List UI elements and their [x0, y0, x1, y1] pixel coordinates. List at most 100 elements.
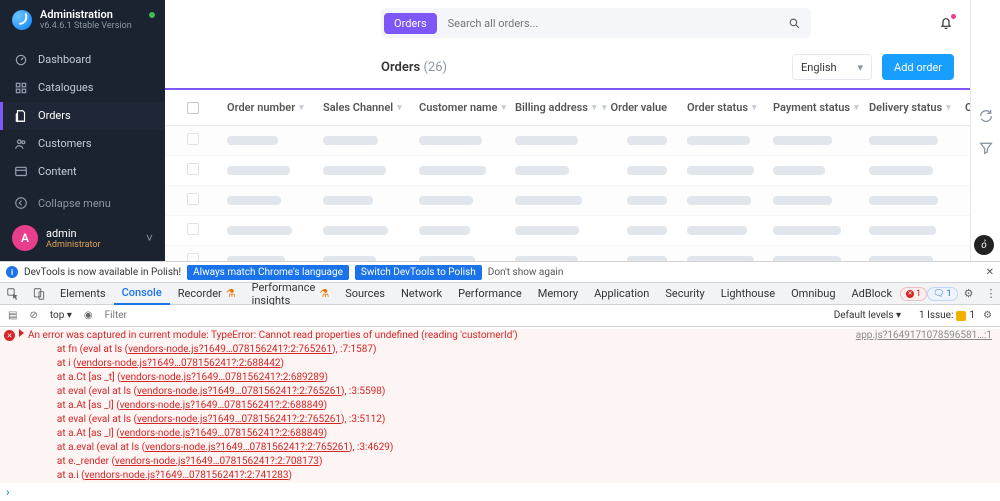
col-billing-address[interactable]: Billing address▾ — [505, 101, 601, 114]
right-rail — [970, 0, 1000, 261]
stack-link[interactable]: vendors-node.js?1649…078156241?:2:708173 — [115, 456, 319, 467]
dashboard-icon — [14, 53, 28, 67]
table-cell — [601, 256, 677, 261]
table-cell — [409, 226, 505, 235]
stack-link[interactable]: vendors-node.js?1649…078156241?:2:765261 — [128, 344, 332, 355]
stack-link[interactable]: vendors-node.js?1649…078156241?:2:689289 — [121, 372, 325, 383]
stack-link[interactable]: vendors-node.js?1649…078156241?:2:688849 — [120, 428, 324, 439]
floating-badge[interactable]: ỏ — [974, 235, 994, 255]
sidebar-item-customers[interactable]: Customers — [0, 130, 165, 158]
table-cell — [505, 136, 601, 145]
language-select[interactable]: English▾ — [792, 54, 872, 80]
table-cell — [859, 256, 955, 261]
devtab-omnibug[interactable]: Omnibug — [783, 283, 843, 305]
stack-frame: at a.i (vendors-node.js?1649…078156241?:… — [19, 469, 992, 483]
devtab-performance-insights[interactable]: Performance insights ⚗ — [244, 283, 338, 305]
banner-match-button[interactable]: Always match Chrome's language — [187, 265, 349, 280]
sidebar-item-label: Catalogues — [38, 81, 93, 94]
banner-dontshow[interactable]: Don't show again — [488, 267, 564, 278]
search-input[interactable] — [440, 17, 778, 30]
col-customer-name[interactable]: Customer name▾ — [409, 101, 505, 114]
stack-link[interactable]: vendors-node.js?1649…078156241?:2:688849 — [120, 400, 324, 411]
table-cell — [217, 256, 313, 261]
table-cell — [217, 226, 313, 235]
sidebar-item-orders[interactable]: Orders — [0, 102, 165, 130]
col-sales-channel[interactable]: Sales Channel▾ — [313, 101, 409, 114]
stack-link[interactable]: vendors-node.js?1649…078156241?:2:765261 — [145, 442, 349, 453]
console-filter-input[interactable] — [101, 308, 621, 324]
console-source-link[interactable]: app.js?1649171078596581…:1 — [856, 329, 992, 343]
banner-close[interactable]: ✕ — [986, 267, 994, 278]
table-row[interactable] — [165, 126, 970, 156]
console-prompt[interactable]: › — [0, 483, 1000, 501]
customers-icon — [14, 137, 28, 151]
sidebar-item-label: Content — [38, 165, 77, 178]
sidebar-item-content[interactable]: Content — [0, 158, 165, 186]
devtab-console[interactable]: Console — [114, 283, 170, 305]
sidebar-toggle-icon[interactable]: ▤ — [4, 306, 21, 326]
devtools-more-icon[interactable]: ⋮ — [979, 287, 1000, 300]
stack-link[interactable]: vendors-node.js?1649…078156241?:2:765261 — [137, 414, 341, 425]
table-row[interactable] — [165, 156, 970, 186]
sidebar-item-dashboard[interactable]: Dashboard — [0, 46, 165, 74]
table-cell — [677, 196, 763, 205]
devtab-elements[interactable]: Elements — [52, 283, 114, 305]
issues-badge[interactable]: 1 Issue:1 — [919, 310, 975, 321]
add-order-button[interactable]: Add order — [882, 54, 954, 80]
devtab-application[interactable]: Application — [586, 283, 657, 305]
devtab-recorder[interactable]: Recorder ⚗ — [170, 283, 244, 305]
stack-link[interactable]: vendors-node.js?1649…078156241?:2:765261 — [137, 386, 341, 397]
devtab-performance[interactable]: Performance — [450, 283, 530, 305]
devtab-adblock[interactable]: AdBlock — [844, 283, 901, 305]
devtab-lighthouse[interactable]: Lighthouse — [713, 283, 783, 305]
devtools-settings-icon[interactable]: ⚙ — [958, 287, 980, 300]
message-badge[interactable]: 🗨 1 — [927, 287, 958, 301]
sidebar-item-catalogues[interactable]: Catalogues — [0, 74, 165, 102]
devtab-network[interactable]: Network — [393, 283, 450, 305]
context-select[interactable]: top ▾ — [46, 306, 76, 326]
table-row[interactable] — [165, 216, 970, 246]
col-order-status[interactable]: Order status▾ — [677, 101, 763, 114]
stack-frame: at eval (eval at ls (vendors-node.js?164… — [19, 413, 992, 427]
eye-icon[interactable]: ◉ — [80, 306, 97, 326]
search-scope-badge[interactable]: Orders — [384, 13, 437, 34]
col-order-number[interactable]: Order number▾ — [217, 101, 313, 114]
catalogues-icon — [14, 81, 28, 95]
brand-logo — [12, 10, 32, 30]
devtab-security[interactable]: Security — [657, 283, 712, 305]
col-payment-status[interactable]: Payment status▾ — [763, 101, 859, 114]
console-message: An error was captured in current module:… — [28, 329, 856, 343]
error-badge[interactable]: ✕1 — [900, 287, 927, 301]
refresh-icon[interactable] — [978, 108, 994, 124]
log-levels-select[interactable]: Default levels ▾ — [834, 310, 901, 321]
notifications-button[interactable] — [938, 15, 954, 31]
avatar: A — [12, 225, 38, 251]
col-delivery-status[interactable]: Delivery status▾ — [859, 101, 955, 114]
user-menu[interactable]: A admin Administrator ˅ — [0, 217, 165, 261]
banner-switch-button[interactable]: Switch DevTools to Polish — [355, 265, 482, 280]
devtools: i DevTools is now available in Polish! A… — [0, 261, 1000, 501]
select-all-checkbox[interactable] — [177, 102, 217, 114]
devtools-tabs: ElementsConsoleRecorder ⚗Performance ins… — [0, 283, 1000, 305]
devtab-memory[interactable]: Memory — [530, 283, 586, 305]
clear-console-icon[interactable]: ⊘ — [25, 306, 41, 326]
console-gear-icon[interactable]: ⚙ — [979, 306, 996, 326]
stack-link[interactable]: vendors-node.js?1649…078156241?:2:741283 — [85, 470, 289, 481]
table-cell — [677, 136, 763, 145]
filter-icon[interactable] — [978, 140, 994, 156]
table-cell — [763, 226, 859, 235]
inspect-icon[interactable] — [0, 283, 26, 305]
stack-link[interactable]: vendors-node.js?1649…078156241?:2:688442 — [76, 358, 280, 369]
table-row[interactable] — [165, 186, 970, 216]
search-icon[interactable] — [788, 17, 801, 30]
brand: Administration v6.4.6.1 Stable Version — [0, 0, 165, 40]
table-row[interactable] — [165, 246, 970, 261]
device-icon[interactable] — [26, 283, 52, 305]
col-order-value[interactable]: ▾Order value — [601, 101, 677, 114]
devtab-sources[interactable]: Sources — [337, 283, 393, 305]
col-overflow[interactable]: O… — [955, 101, 970, 114]
collapse-menu[interactable]: Collapse menu — [0, 189, 165, 217]
sidebar-nav: Dashboard Catalogues OrdersCustomers Conten… — [0, 40, 165, 189]
stack-frame: at a.At [as _l] (vendors-node.js?1649…07… — [19, 427, 992, 441]
table-cell — [409, 166, 505, 175]
